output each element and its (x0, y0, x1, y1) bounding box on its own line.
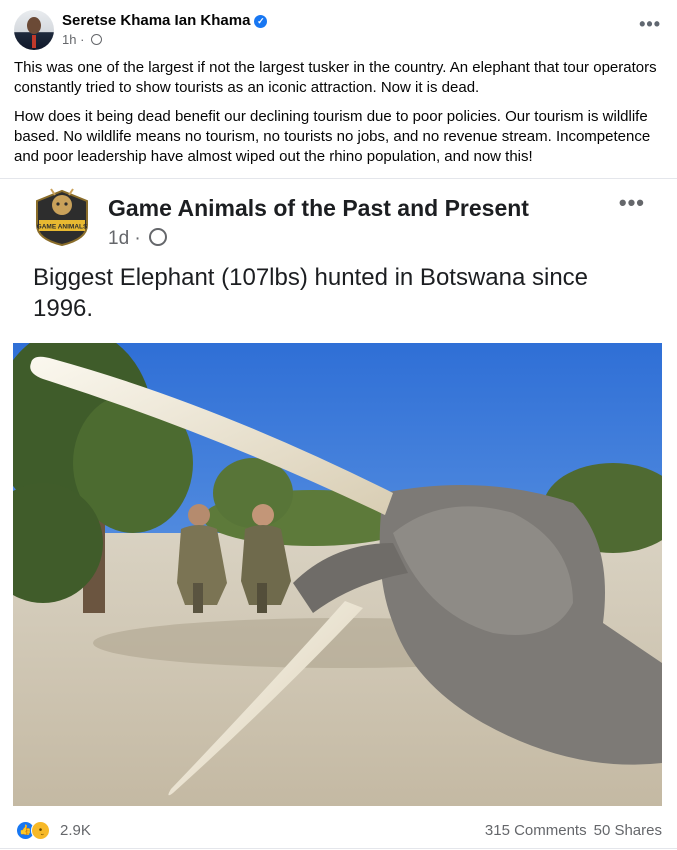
shared-more-icon: ••• (618, 190, 645, 215)
globe-icon (91, 34, 103, 45)
post-paragraph-1: This was one of the largest if not the l… (14, 59, 657, 96)
shared-page-name: Game Animals of the Past and Present (108, 195, 529, 221)
author-name[interactable]: Seretse Khama Ian Khama ✓ (62, 12, 268, 29)
shared-time: 1d (108, 228, 130, 249)
engagement-counts: 315 Comments 50 Shares (478, 822, 662, 839)
post-footer: 👍 •̮ 2.9K 315 Comments 50 Shares (0, 810, 677, 849)
post-header: Seretse Khama Ian Khama ✓ 1h · ••• (14, 10, 663, 50)
post-meta: 1h · (62, 32, 103, 47)
avatar-face (27, 17, 41, 34)
shared-post-text: Biggest Elephant (107lbs) hunted in Bots… (33, 264, 589, 322)
game-animals-logo: GAME ANIMALS (36, 188, 88, 247)
shared-globe-icon (149, 228, 168, 246)
author-name-text[interactable]: Seretse Khama Ian Khama (62, 12, 250, 29)
avatar[interactable] (14, 10, 54, 50)
post-paragraph-2: How does it being dead benefit our decli… (14, 108, 651, 165)
comments-count[interactable]: 315 Comments (485, 822, 587, 839)
reaction-count[interactable]: 2.9K (60, 822, 91, 839)
elephant-hunt-photo[interactable] (13, 343, 662, 806)
avatar-tie (32, 35, 36, 48)
shared-meta: 1d · (108, 228, 168, 250)
sad-reaction-icon[interactable]: •̮ (31, 821, 50, 840)
logo-lettering: GAME ANIMALS (37, 224, 88, 231)
shares-count[interactable]: 50 Shares (594, 822, 662, 839)
more-options-button[interactable]: ••• (639, 14, 661, 35)
post-time[interactable]: 1h (62, 32, 76, 47)
post-text: This was one of the largest if not the l… (14, 58, 664, 176)
verified-badge-icon: ✓ (254, 15, 268, 28)
